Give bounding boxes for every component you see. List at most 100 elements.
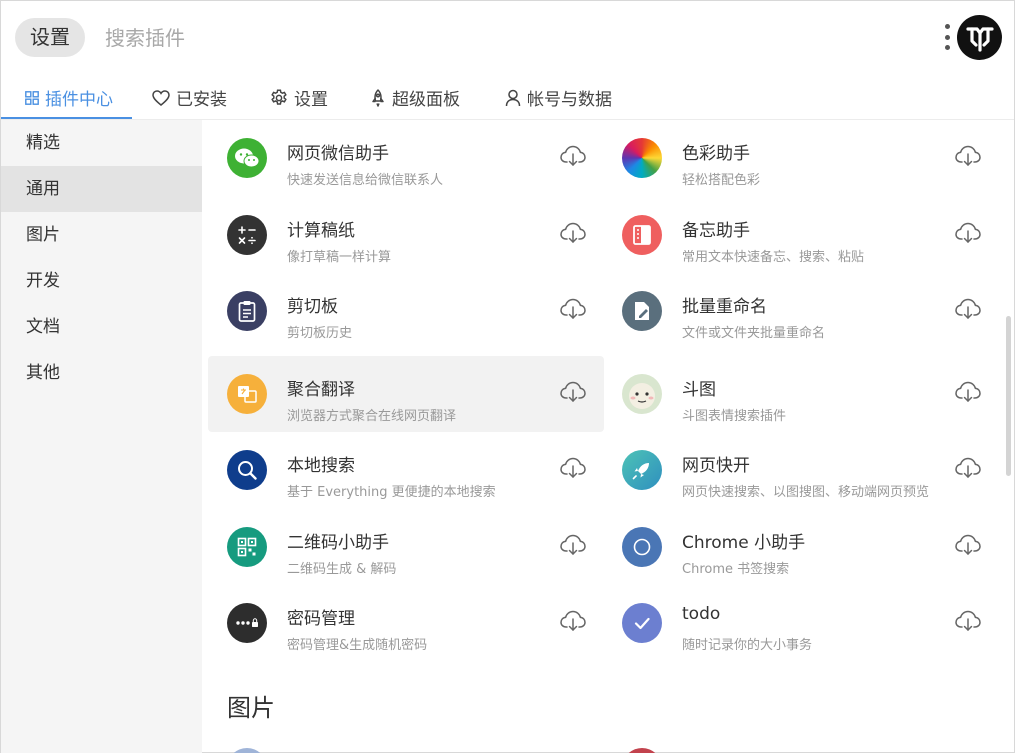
plugin-description: 随时记录你的大小事务 <box>682 638 813 653</box>
plugin-name: 聚合翻译 <box>287 380 355 400</box>
plugin-description: 浏览器方式聚合在线网页翻译 <box>287 409 457 424</box>
active-tab-indicator <box>1 117 132 119</box>
plugin-name: 批量重命名 <box>682 297 767 317</box>
plugin-description: 二维码生成 & 解码 <box>287 562 397 577</box>
plugin-name: Chrome 小助手 <box>682 533 806 553</box>
plugin-description: 像打草稿一样计算 <box>287 250 392 265</box>
cloud-download-icon[interactable] <box>559 142 587 170</box>
cloud-download-icon[interactable] <box>559 531 587 559</box>
plugin-description: 快速发送信息给微信联系人 <box>287 173 444 188</box>
color-wheel-icon <box>622 138 662 178</box>
plugin-name: 网页快开 <box>682 456 750 476</box>
plugin-description: 轻松搭配色彩 <box>682 173 761 188</box>
plugin-description: 斗图表情搜索插件 <box>682 409 787 424</box>
tab-label: 已安装 <box>176 90 227 110</box>
tab-super-panel[interactable]: 超级面板 <box>370 75 460 120</box>
plugin-card[interactable]: Chrome 小助手 Chrome 书签搜索 <box>603 509 999 585</box>
meme-icon <box>622 374 662 414</box>
plugin-card[interactable]: 备忘助手 常用文本快速备忘、搜索、粘贴 <box>603 197 999 273</box>
scrollbar-thumb[interactable] <box>1006 316 1011 476</box>
plugin-card[interactable]: 网页快开 网页快速搜索、以图搜图、移动端网页预览 <box>603 432 999 508</box>
plugin-card[interactable]: 色彩助手 轻松搭配色彩 <box>603 120 999 196</box>
tab-label: 设置 <box>294 90 328 110</box>
qrcode-icon <box>227 527 267 567</box>
plugin-icon-partial <box>622 748 662 753</box>
memo-icon <box>622 215 662 255</box>
sidebar-item-featured[interactable]: 精选 <box>1 120 202 166</box>
cloud-download-icon[interactable] <box>559 378 587 406</box>
plugin-card[interactable]: 剪切板 剪切板历史 <box>208 273 604 349</box>
app-window: 设置 插件中心 <box>0 0 1015 753</box>
plugin-name: todo <box>682 604 721 624</box>
plugin-name: 密码管理 <box>287 609 355 629</box>
cloud-download-icon[interactable] <box>559 295 587 323</box>
plugin-card[interactable]: 二维码小助手 二维码生成 & 解码 <box>208 509 604 585</box>
app-logo-avatar[interactable] <box>957 15 1002 60</box>
heart-icon <box>152 89 170 106</box>
sidebar-item-documents[interactable]: 文档 <box>1 304 202 350</box>
cloud-download-icon[interactable] <box>954 295 982 323</box>
plugin-card[interactable]: 斗图 斗图表情搜索插件 <box>603 356 999 432</box>
sidebar-item-development[interactable]: 开发 <box>1 258 202 304</box>
tab-label: 插件中心 <box>45 90 113 110</box>
top-bar: 设置 <box>1 1 1014 75</box>
tab-bar: 插件中心 已安装 设置 超级面板 帐号与数据 <box>1 75 1014 120</box>
tab-plugin-center[interactable]: 插件中心 <box>25 75 113 120</box>
tab-label: 帐号与数据 <box>527 90 612 110</box>
plugin-description: 基于 Everything 更便捷的本地搜索 <box>287 485 496 500</box>
check-icon <box>622 603 662 643</box>
plugin-name: 网页微信助手 <box>287 144 389 164</box>
calculator-icon <box>227 215 267 255</box>
user-icon <box>505 89 521 106</box>
sidebar-item-other[interactable]: 其他 <box>1 350 202 396</box>
plugin-description: 剪切板历史 <box>287 326 353 341</box>
tab-installed[interactable]: 已安装 <box>152 75 227 120</box>
cloud-download-icon[interactable] <box>954 531 982 559</box>
cloud-download-icon[interactable] <box>559 454 587 482</box>
grid-icon <box>25 90 39 105</box>
more-vertical-icon[interactable] <box>939 22 955 52</box>
plugin-card[interactable]: 批量重命名 文件或文件夹批量重命名 <box>603 273 999 349</box>
tab-label: 超级面板 <box>392 90 460 110</box>
sidebar-item-images[interactable]: 图片 <box>1 212 202 258</box>
cloud-download-icon[interactable] <box>954 219 982 247</box>
plugin-name: 斗图 <box>682 380 716 400</box>
plugin-list: 网页微信助手 快速发送信息给微信联系人 色彩助手 轻松搭配色彩 计算稿纸 像打草… <box>202 120 1014 753</box>
section-title: 图片 <box>227 694 275 722</box>
plugin-description: 密码管理&生成随机密码 <box>287 638 428 653</box>
category-sidebar: 精选 通用 图片 开发 文档 其他 <box>1 120 202 753</box>
sidebar-item-general[interactable]: 通用 <box>1 166 202 212</box>
plugin-description: Chrome 书签搜索 <box>682 562 790 577</box>
cloud-download-icon[interactable] <box>954 378 982 406</box>
plugin-description: 网页快速搜索、以图搜图、移动端网页预览 <box>682 485 930 500</box>
translate-icon <box>227 374 267 414</box>
plugin-name: 计算稿纸 <box>287 221 355 241</box>
password-icon <box>227 603 267 643</box>
chrome-icon <box>622 527 662 567</box>
rocket-icon <box>372 88 384 107</box>
cloud-download-icon[interactable] <box>559 219 587 247</box>
cloud-download-icon[interactable] <box>954 607 982 635</box>
settings-tag[interactable]: 设置 <box>15 18 85 57</box>
plugin-card[interactable]: 计算稿纸 像打草稿一样计算 <box>208 197 604 273</box>
search-input[interactable] <box>101 18 661 57</box>
wechat-icon <box>227 138 267 178</box>
plugin-card[interactable]: 密码管理 密码管理&生成随机密码 <box>208 585 604 661</box>
cloud-download-icon[interactable] <box>954 454 982 482</box>
cloud-download-icon[interactable] <box>559 607 587 635</box>
plugin-description: 文件或文件夹批量重命名 <box>682 326 826 341</box>
rename-icon <box>622 291 662 331</box>
plugin-card[interactable]: 本地搜索 基于 Everything 更便捷的本地搜索 <box>208 432 604 508</box>
plugin-description: 常用文本快速备忘、搜索、粘贴 <box>682 250 865 265</box>
rocket-icon <box>622 450 662 490</box>
tab-account-data[interactable]: 帐号与数据 <box>505 75 612 120</box>
gear-icon <box>271 88 287 105</box>
plugin-icon-partial <box>227 748 267 753</box>
plugin-name: 剪切板 <box>287 297 338 317</box>
plugin-card[interactable]: 聚合翻译 浏览器方式聚合在线网页翻译 <box>208 356 604 432</box>
plugin-card[interactable]: 网页微信助手 快速发送信息给微信联系人 <box>208 120 604 196</box>
cloud-download-icon[interactable] <box>954 142 982 170</box>
plugin-card[interactable]: todo 随时记录你的大小事务 <box>603 585 999 661</box>
plugin-name: 本地搜索 <box>287 456 355 476</box>
tab-settings[interactable]: 设置 <box>270 75 328 120</box>
